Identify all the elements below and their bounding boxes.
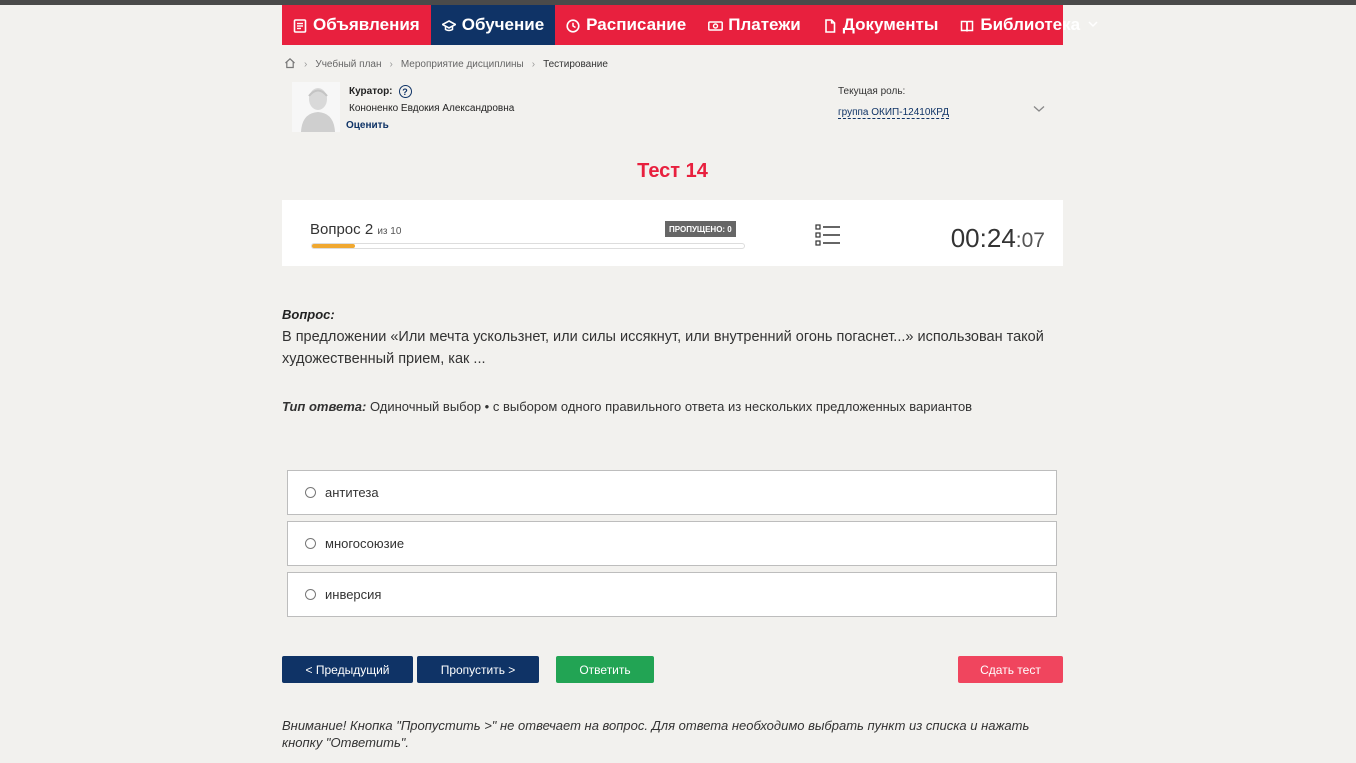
nav-item-learning[interactable]: Обучение bbox=[430, 5, 556, 45]
help-icon[interactable]: ? bbox=[398, 85, 412, 98]
question-counter: Вопрос 2 из 10 bbox=[310, 221, 401, 238]
radio-button[interactable] bbox=[305, 538, 316, 549]
breadcrumb-separator-icon: › bbox=[531, 58, 536, 70]
answer-button[interactable]: Ответить bbox=[556, 656, 654, 683]
answer-option[interactable]: инверсия bbox=[287, 572, 1057, 617]
test-timer: 00:24:07 bbox=[951, 223, 1045, 254]
chevron-down-icon bbox=[1088, 19, 1098, 31]
graduation-cap-icon bbox=[440, 18, 457, 32]
breadcrumb-item-study-plan[interactable]: Учебный план bbox=[315, 59, 381, 70]
rate-curator-link[interactable]: Оценить bbox=[346, 120, 389, 131]
current-role-select[interactable]: группа ОКИП-12410КРД bbox=[838, 107, 949, 119]
radio-button[interactable] bbox=[305, 487, 316, 498]
skip-warning-notice: Внимание! Кнопка "Пропустить >" не отвеч… bbox=[282, 718, 1030, 750]
question-heading: Вопрос: bbox=[282, 307, 335, 322]
current-role-label: Текущая роль: bbox=[838, 86, 906, 97]
curator-label: Куратор: ? bbox=[349, 85, 412, 98]
skip-button[interactable]: Пропустить > bbox=[417, 656, 539, 683]
nav-item-schedule[interactable]: Расписание bbox=[555, 5, 697, 45]
skipped-badge: ПРОПУЩЕНО: 0 bbox=[665, 221, 736, 237]
answer-type: Тип ответа: Одиночный выбор • с выбором … bbox=[282, 399, 972, 414]
nav-item-label: Платежи bbox=[728, 15, 801, 34]
clock-icon bbox=[566, 18, 580, 33]
nav-item-label: Расписание bbox=[586, 15, 687, 34]
breadcrumb-separator-icon: › bbox=[304, 58, 308, 70]
question-total: из 10 bbox=[377, 226, 402, 237]
nav-item-label: Обучение bbox=[461, 15, 545, 34]
submit-test-button[interactable]: Сдать тест bbox=[958, 656, 1063, 683]
answer-option-label: инверсия bbox=[325, 587, 382, 602]
progress-bar-fill bbox=[312, 244, 356, 248]
previous-button[interactable]: < Предыдущий bbox=[282, 656, 413, 683]
test-title: Тест 14 bbox=[637, 160, 708, 182]
money-icon bbox=[708, 18, 724, 32]
question-status-panel: Вопрос 2 из 10 ПРОПУЩЕНО: 0 00:24:07 bbox=[282, 200, 1063, 266]
book-icon bbox=[960, 18, 974, 32]
breadcrumb-separator-icon: › bbox=[389, 58, 393, 70]
answer-type-label: Тип ответа: bbox=[282, 399, 367, 414]
curator-name: Кононенко Евдокия Александровна bbox=[349, 103, 515, 114]
timer-main: 00:24 bbox=[950, 223, 1016, 253]
answer-option-label: многосоюзие bbox=[325, 536, 405, 551]
nav-item-label: Объявления bbox=[313, 15, 420, 34]
nav-item-announcements[interactable]: Объявления bbox=[282, 5, 431, 45]
avatar bbox=[292, 82, 340, 132]
main-nav: Объявления Обучение Расписание Платежи Д… bbox=[282, 5, 1098, 45]
document-list-icon bbox=[293, 18, 307, 33]
nav-item-label: Документы bbox=[842, 15, 939, 34]
radio-button[interactable] bbox=[305, 589, 316, 600]
nav-item-payments[interactable]: Платежи bbox=[697, 5, 812, 45]
nav-item-label: Библиотека bbox=[980, 15, 1081, 34]
breadcrumb-item-testing: Тестирование bbox=[543, 58, 608, 70]
nav-item-documents[interactable]: Документы bbox=[812, 5, 950, 45]
question-list-icon[interactable] bbox=[815, 224, 841, 246]
chevron-down-icon[interactable] bbox=[1033, 104, 1045, 116]
file-icon bbox=[823, 18, 837, 33]
answer-option[interactable]: многосоюзие bbox=[287, 521, 1057, 566]
answer-option-label: антитеза bbox=[325, 485, 379, 500]
breadcrumb-item-discipline-event[interactable]: Мероприятие дисциплины bbox=[401, 59, 524, 70]
timer-seconds: :07 bbox=[1015, 229, 1045, 252]
home-icon[interactable] bbox=[284, 57, 296, 72]
breadcrumb: › Учебный план › Мероприятие дисциплины … bbox=[284, 57, 608, 71]
answer-type-value: Одиночный выбор • с выбором одного прави… bbox=[366, 399, 973, 414]
curator-label-text: Куратор: bbox=[349, 86, 393, 97]
question-text: В предложении «Или мечта ускользнет, или… bbox=[282, 329, 1044, 367]
question-number: Вопрос 2 bbox=[310, 221, 374, 238]
nav-item-library[interactable]: Библиотека bbox=[949, 5, 1109, 45]
progress-bar bbox=[311, 243, 745, 249]
answer-option[interactable]: антитеза bbox=[287, 470, 1057, 515]
